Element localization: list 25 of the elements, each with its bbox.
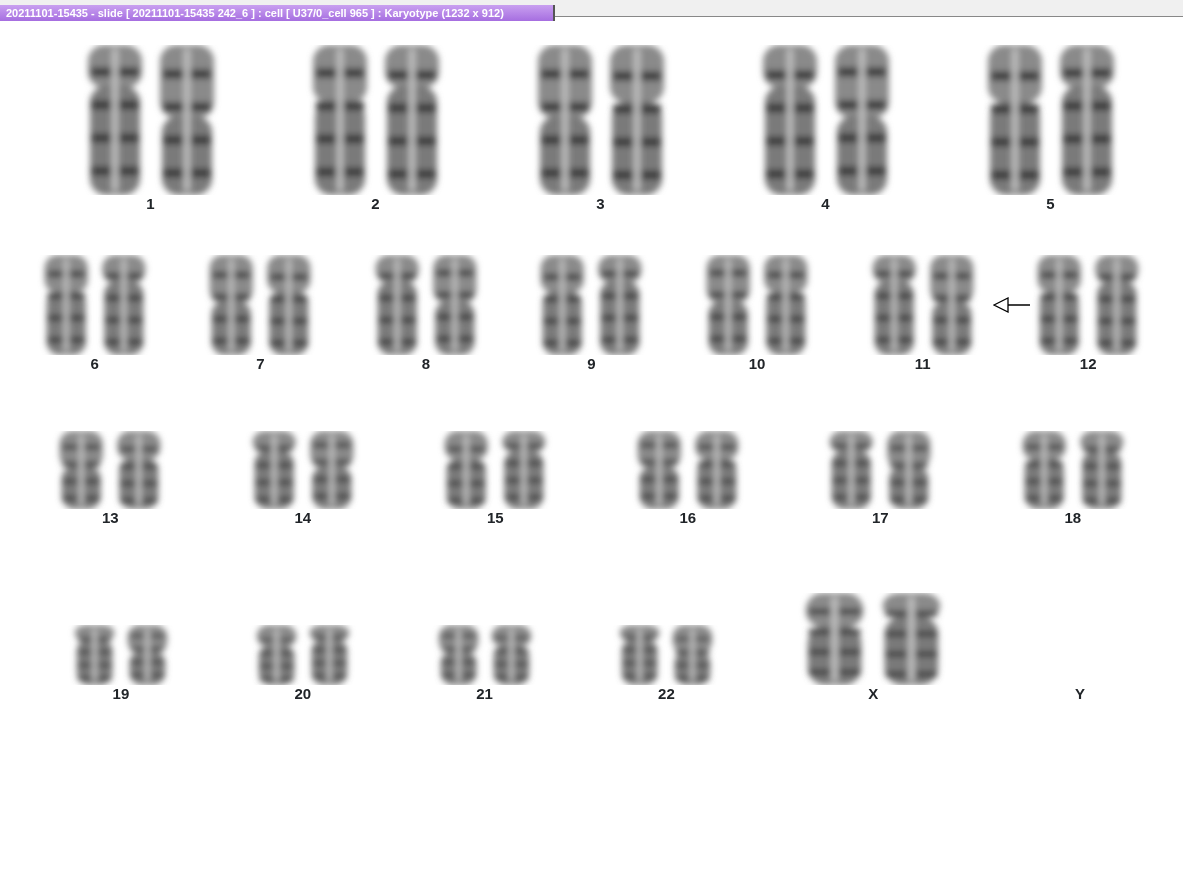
chromosome-label: 14 — [294, 509, 312, 527]
window-title: 20211101-15435 - slide [ 20211101-15435 242_6 ] : cell [ U37/0_cell 965 ] : Karyotype (1232 x 912) — [0, 5, 555, 21]
chromosome-label: 5 — [1046, 195, 1055, 213]
chromosome-label: X — [868, 685, 879, 703]
chromosome-label: 15 — [486, 509, 504, 527]
chromosome-label: 20 — [294, 685, 312, 703]
chromosome-label: 18 — [1064, 509, 1082, 527]
chromosome-label: 19 — [112, 685, 130, 703]
chromosome-label: 7 — [256, 355, 265, 373]
chromosome-label: 21 — [476, 685, 493, 703]
chromosome-label: Y — [1075, 685, 1086, 703]
chromosome-label: 22 — [658, 685, 675, 703]
chromosome-label: 2 — [371, 195, 380, 213]
chromosome-label: 9 — [587, 355, 596, 373]
chromosome-label: 17 — [871, 509, 889, 527]
chromosome-label: 11 — [914, 355, 931, 373]
chromosome-label: 3 — [596, 195, 605, 213]
chromosome-label: 1 — [146, 195, 155, 213]
chromosome-label: 8 — [421, 355, 431, 373]
chromosome-label: 10 — [748, 355, 766, 373]
chromosome-label: 16 — [679, 509, 697, 527]
chromosome-label: 4 — [821, 195, 830, 213]
chromosome-label: 6 — [90, 355, 99, 373]
chromosome-label: 13 — [101, 509, 119, 527]
chromosome-label: 12 — [1079, 355, 1097, 373]
